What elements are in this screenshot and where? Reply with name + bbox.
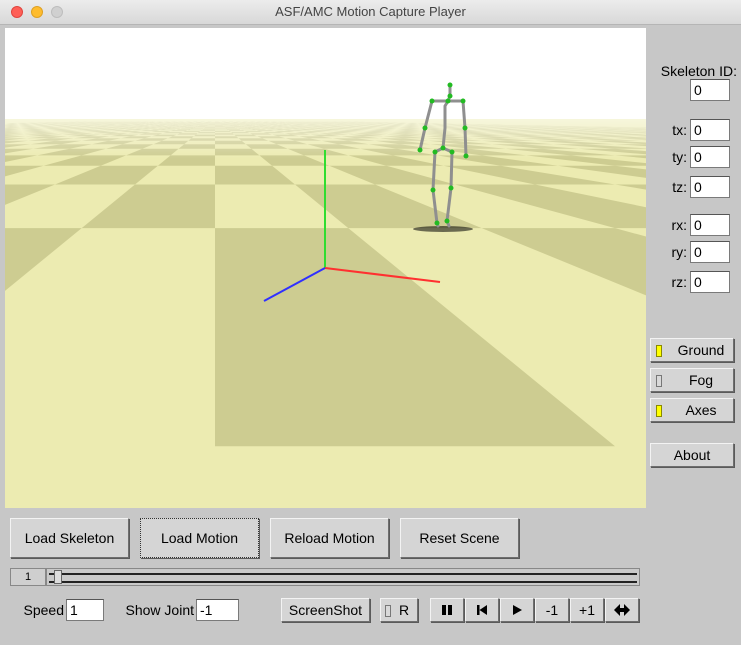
skeleton-id-label: Skeleton ID:: [660, 63, 737, 79]
skeleton-joint: [445, 98, 451, 104]
skeleton-joint: [434, 220, 440, 226]
ty-field[interactable]: [690, 146, 730, 168]
axes-toggle-label: Axes: [685, 402, 717, 418]
skeleton-joint: [447, 82, 453, 88]
tz-label: tz:: [672, 179, 687, 195]
about-button[interactable]: About: [650, 443, 734, 467]
tz-field[interactable]: [690, 176, 730, 198]
tx-field[interactable]: [690, 119, 730, 141]
skeleton-joint: [447, 93, 453, 99]
frame-slider-groove: [49, 573, 637, 583]
play-button[interactable]: [500, 598, 534, 622]
rx-label: rx:: [671, 217, 687, 233]
play-icon: [513, 605, 522, 615]
ty-label: ty:: [672, 149, 687, 165]
axes-indicator-icon: [656, 405, 662, 417]
skeleton-joint: [429, 98, 435, 104]
rz-field[interactable]: [690, 271, 730, 293]
ry-label: ry:: [671, 244, 687, 260]
load-skeleton-button[interactable]: Load Skeleton: [10, 518, 129, 558]
skeleton-joint: [448, 185, 454, 191]
skeleton-joint: [462, 125, 468, 131]
skeleton-joint: [422, 125, 428, 131]
reload-motion-button[interactable]: Reload Motion: [270, 518, 389, 558]
sky: [5, 28, 646, 122]
axes-toggle[interactable]: Axes: [650, 398, 734, 422]
skeleton-id-field[interactable]: [690, 79, 730, 101]
scene-canvas[interactable]: [5, 28, 646, 508]
rx-field[interactable]: [690, 214, 730, 236]
skeleton-joint: [432, 149, 438, 155]
frame-slider[interactable]: 1: [10, 568, 640, 586]
ground-indicator-icon: [656, 345, 662, 357]
show-joint-label: Show Joint: [125, 602, 194, 618]
frame-counter: 1: [10, 568, 46, 586]
step-back-button[interactable]: -1: [535, 598, 569, 622]
record-indicator-icon: [385, 605, 391, 617]
pause-icon: [442, 605, 452, 615]
fog-indicator-icon: [656, 375, 662, 387]
skeleton-joint: [460, 98, 466, 104]
title-bar: ASF/AMC Motion Capture Player: [0, 0, 741, 25]
ry-field[interactable]: [690, 241, 730, 263]
skeleton-joint: [440, 145, 446, 151]
window-title: ASF/AMC Motion Capture Player: [275, 4, 466, 19]
record-toggle[interactable]: R: [380, 598, 418, 622]
skeleton-joint: [417, 147, 423, 153]
step-forward-button[interactable]: +1: [570, 598, 604, 622]
repeat-button[interactable]: [605, 598, 639, 622]
reset-scene-button[interactable]: Reset Scene: [400, 518, 519, 558]
ground-toggle-label: Ground: [677, 342, 725, 358]
frame-slider-track[interactable]: [46, 568, 640, 586]
fog-toggle[interactable]: Fog: [650, 368, 734, 392]
bidirectional-arrow-icon: [614, 604, 630, 616]
skeleton-joint: [463, 153, 469, 159]
load-motion-button[interactable]: Load Motion: [140, 518, 259, 558]
skeleton-joint: [449, 149, 455, 155]
pause-button[interactable]: [430, 598, 464, 622]
fog-toggle-label: Fog: [688, 372, 714, 388]
skeleton-joint: [444, 218, 450, 224]
skeleton-shadow: [413, 226, 473, 232]
record-toggle-label: R: [398, 602, 410, 618]
app-window: ASF/AMC Motion Capture Player Skeleton I…: [0, 0, 741, 645]
show-joint-field[interactable]: [196, 599, 239, 621]
rz-label: rz:: [671, 274, 687, 290]
frame-slider-thumb[interactable]: [54, 570, 62, 584]
screenshot-button[interactable]: ScreenShot: [281, 598, 370, 622]
speed-field[interactable]: [66, 599, 104, 621]
scene-viewport[interactable]: [5, 28, 646, 508]
ground-toggle[interactable]: Ground: [650, 338, 734, 362]
rewind-button[interactable]: [465, 598, 499, 622]
skeleton-joint: [430, 187, 436, 193]
skip-to-start-icon: [477, 605, 487, 615]
speed-label: Speed: [23, 602, 64, 618]
tx-label: tx:: [672, 122, 687, 138]
